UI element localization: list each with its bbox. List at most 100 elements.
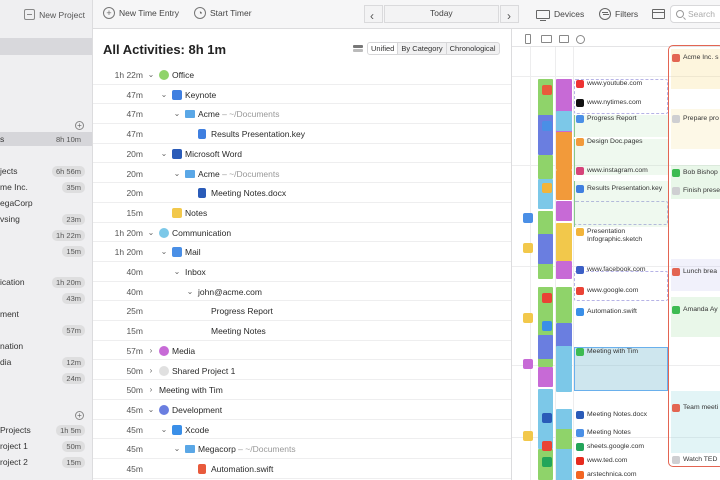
view-mode-chronological[interactable]: Chronological <box>447 43 499 54</box>
chevron-down-icon[interactable]: ⌄ <box>160 90 168 99</box>
activity-row[interactable]: 1h 20m ⌄ Communication <box>93 223 511 243</box>
calendar-event[interactable]: Prepare pro <box>672 115 720 123</box>
sidebar-item[interactable]: roject 1 50m <box>0 439 92 453</box>
activity-block[interactable] <box>556 429 572 449</box>
timeline-activity-card[interactable]: www.ted.com <box>576 457 666 465</box>
activity-row[interactable]: 45m ⌄ Xcode <box>93 420 511 440</box>
activity-block[interactable] <box>538 234 553 264</box>
calendar-event[interactable]: Bob Bishop <box>672 169 720 177</box>
timeline-activity-card[interactable]: arstechnica.com <box>576 471 666 479</box>
activity-block[interactable] <box>538 335 553 359</box>
devices-button[interactable]: Devices <box>536 9 584 21</box>
chevron-down-icon[interactable]: ⌄ <box>173 109 181 118</box>
activity-block[interactable] <box>556 132 572 170</box>
timeline-activity-card[interactable]: Results Presentation.key <box>576 185 666 193</box>
calendar-event[interactable]: Amanda Ay <box>672 306 720 314</box>
chevron-down-icon[interactable]: ⌄ <box>173 267 181 276</box>
timeline-activity-card[interactable]: Meeting Notes <box>576 429 666 437</box>
previous-day-button[interactable]: ‹ <box>364 5 383 23</box>
view-mode-unified[interactable]: Unified <box>368 43 399 54</box>
activity-row[interactable]: 40m ⌄ Inbox <box>93 262 511 282</box>
sidebar-item[interactable]: 1h 22m <box>0 228 92 242</box>
activity-row[interactable]: 47m ⌄ Keynote <box>93 85 511 105</box>
sidebar-item[interactable]: 43m <box>0 291 92 305</box>
chevron-down-icon[interactable]: ⌄ <box>160 149 168 158</box>
activity-row[interactable]: 47m Results Presentation.key <box>93 124 511 144</box>
chevron-down-icon[interactable]: ⌄ <box>160 247 168 256</box>
sidebar-item[interactable]: egaCorp <box>0 196 92 210</box>
activity-row[interactable]: 15m Notes <box>93 203 511 223</box>
calendar-event[interactable]: Finish prese <box>672 187 720 195</box>
activity-row[interactable]: 20m ⌄ Microsoft Word <box>93 144 511 164</box>
activity-block[interactable] <box>556 223 572 261</box>
chevron-down-icon[interactable]: ⌄ <box>147 70 155 79</box>
activity-block[interactable] <box>538 155 553 179</box>
start-timer-button[interactable]: ◔ Start Timer <box>194 7 252 19</box>
activity-row[interactable]: 20m ⌄ Acme – ~/Documents <box>93 164 511 184</box>
activity-row[interactable]: 45m ⌄ Megacorp – ~/Documents <box>93 439 511 459</box>
timeline-activity-card[interactable]: www.facebook.com <box>576 266 666 274</box>
activity-block[interactable] <box>556 261 572 279</box>
toggle-sidebar-button[interactable] <box>652 9 665 19</box>
chevron-down-icon[interactable]: ⌄ <box>147 228 155 237</box>
activity-block[interactable] <box>556 287 572 323</box>
new-time-entry-button[interactable]: + New Time Entry <box>103 7 179 19</box>
activity-block[interactable] <box>538 367 553 387</box>
activity-row[interactable]: 25m Progress Report <box>93 301 511 322</box>
chevron-down-icon[interactable]: ⌄ <box>160 425 168 434</box>
activity-group-outline[interactable] <box>574 271 668 301</box>
activity-row[interactable]: 50m › Meeting with Tim <box>93 380 511 400</box>
sidebar-item[interactable]: roject 2 15m <box>0 455 92 469</box>
activity-row[interactable]: 50m › Shared Project 1 <box>93 361 511 381</box>
timeline-activity-card[interactable]: www.instagram.com <box>576 167 666 175</box>
sidebar-item[interactable]: dia 12m <box>0 355 92 369</box>
chevron-down-icon[interactable]: ⌄ <box>173 444 181 453</box>
activity-row[interactable]: 57m › Media <box>93 341 511 361</box>
chevron-right-icon[interactable]: › <box>147 366 155 375</box>
timeline-activity-card[interactable]: Design Doc.pages <box>576 138 666 146</box>
calendar-event[interactable]: Acme Inc. s <box>672 54 720 62</box>
sidebar-item[interactable]: ication 1h 20m <box>0 275 92 289</box>
sidebar-item[interactable]: vsing 23m <box>0 212 92 226</box>
timeline-activity-card[interactable]: www.youtube.com <box>576 80 666 88</box>
sidebar-item[interactable]: 15m <box>0 244 92 258</box>
timeline-activity-card[interactable]: Automation.swift <box>576 308 666 316</box>
filters-button[interactable]: Filters <box>599 8 638 20</box>
chevron-down-icon[interactable]: ⌄ <box>186 287 194 296</box>
activity-row[interactable]: 40m ⌄ john@acme.com <box>93 282 511 302</box>
activity-block[interactable] <box>556 346 572 392</box>
chevron-down-icon[interactable]: ⌄ <box>173 169 181 178</box>
timeline-activity-card[interactable]: sheets.google.com <box>576 443 666 451</box>
calendar-event[interactable]: Watch TED <box>672 456 720 464</box>
timeline-activity-card[interactable]: Presentation Infographic.sketch <box>576 228 666 244</box>
next-day-button[interactable]: › <box>500 5 519 23</box>
sidebar-item[interactable]: s 8h 10m <box>0 132 92 146</box>
view-mode-by-category[interactable]: By Category <box>398 43 447 54</box>
activity-row[interactable]: 15m Meeting Notes <box>93 321 511 341</box>
calendar-event-block[interactable] <box>671 391 720 453</box>
add-project-icon[interactable]: + <box>75 121 84 130</box>
activity-row[interactable]: 45m Automation.swift <box>93 459 511 479</box>
activity-row[interactable]: 20m Meeting Notes.docx <box>93 183 511 203</box>
search-input[interactable]: Search <box>670 5 720 23</box>
sidebar-item[interactable]: Projects 1h 5m <box>0 423 92 437</box>
timeline-activity-card[interactable]: Meeting Notes.docx <box>576 411 666 419</box>
timeline-activity-card[interactable]: Meeting with Tim <box>576 348 666 356</box>
sidebar-item[interactable]: jects 6h 56m <box>0 164 92 178</box>
sidebar-selected-header[interactable] <box>0 38 92 55</box>
sidebar-item[interactable]: ment <box>0 307 92 321</box>
calendar-event-block[interactable] <box>671 297 720 337</box>
sidebar-item[interactable]: 24m <box>0 371 92 385</box>
activity-row[interactable]: 1h 20m ⌄ Mail <box>93 242 511 262</box>
chevron-down-icon[interactable]: ⌄ <box>147 405 155 414</box>
sidebar-item[interactable]: nation <box>0 339 92 353</box>
chevron-right-icon[interactable]: › <box>147 385 155 394</box>
add-shared-project-icon[interactable]: + <box>75 411 84 420</box>
activity-row[interactable]: 45m ⌄ Development <box>93 400 511 420</box>
calendar-event[interactable]: Lunch brea <box>672 268 720 276</box>
activity-block[interactable] <box>556 170 572 200</box>
sidebar-item[interactable]: me Inc. 35m <box>0 180 92 194</box>
stack-icon[interactable] <box>353 44 363 53</box>
chevron-right-icon[interactable]: › <box>147 346 155 355</box>
activity-block[interactable] <box>556 111 572 131</box>
